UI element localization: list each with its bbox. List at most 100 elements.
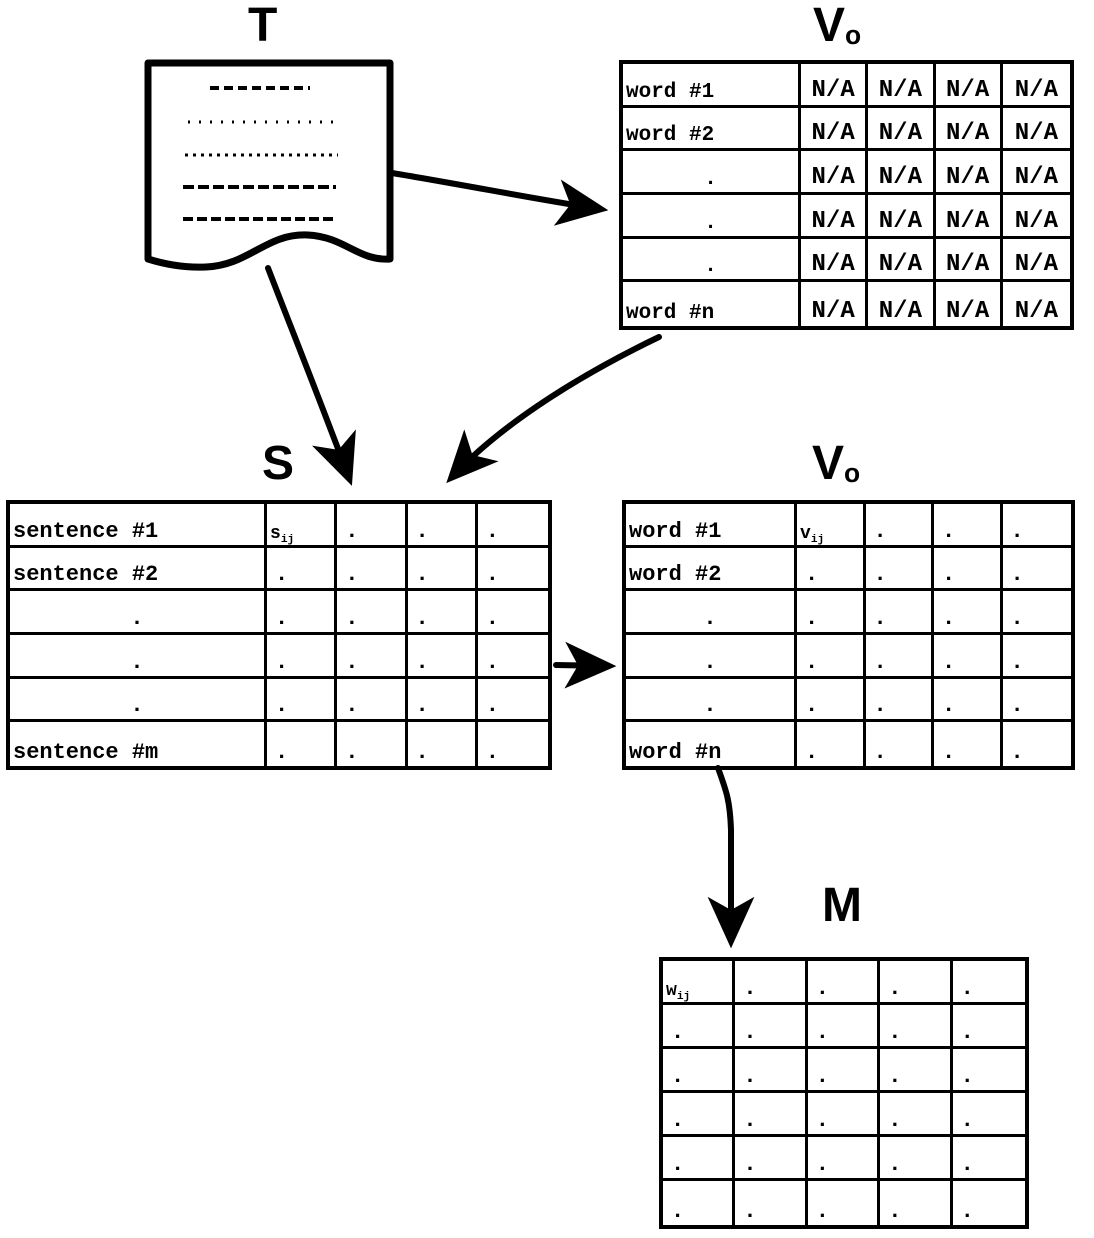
table-cell: N/A bbox=[1002, 151, 1070, 195]
table-cell: . bbox=[337, 504, 408, 548]
table-cell: . bbox=[267, 635, 338, 679]
table-row-label: . bbox=[623, 195, 801, 239]
table-row-label: . bbox=[10, 635, 267, 679]
table-cell: . bbox=[934, 547, 1003, 592]
table-cell: . bbox=[807, 1049, 881, 1093]
label-vocab-filled-letter: V bbox=[812, 437, 845, 490]
label-vocab-initial-subscript: o bbox=[845, 20, 862, 51]
table-cell: . bbox=[880, 1137, 953, 1181]
table-row-label: sentence #1 bbox=[10, 504, 267, 548]
table-cell: . bbox=[735, 1137, 808, 1181]
table-cell: . bbox=[735, 1181, 808, 1225]
table-cell: . bbox=[934, 504, 1003, 548]
sij-subscript: ij bbox=[280, 533, 295, 546]
text-document bbox=[144, 59, 394, 271]
table-cell: . bbox=[934, 722, 1003, 766]
table-cell: . bbox=[865, 635, 934, 679]
table-row-label: word #1 bbox=[626, 504, 797, 548]
table-cell: . bbox=[880, 961, 953, 1005]
table-cell: . bbox=[477, 504, 548, 548]
table-cell: . bbox=[866, 722, 934, 766]
table-cell: . bbox=[797, 678, 866, 723]
table-row-label: sentence #2 bbox=[10, 547, 267, 592]
table-cell: . bbox=[337, 722, 408, 766]
table-cell: . bbox=[1002, 504, 1071, 548]
table-cell: . bbox=[960, 1199, 974, 1224]
arrow-sentence-table-to-vocab-filled bbox=[553, 641, 617, 689]
table-cell: . bbox=[735, 961, 808, 1005]
table-cell: . bbox=[797, 635, 866, 679]
table-row-label: word #n bbox=[623, 282, 801, 326]
table-cell: . bbox=[663, 1137, 736, 1181]
label-model-table: M bbox=[822, 882, 862, 930]
table-cell: . bbox=[1002, 679, 1071, 723]
wij-subscript: ij bbox=[676, 991, 691, 1003]
table-cell: N/A bbox=[801, 282, 869, 326]
table-cell: N/A bbox=[1014, 298, 1058, 325]
wij-base: w bbox=[666, 981, 677, 1001]
arrow-vocab-initial-to-sentence-table bbox=[446, 334, 662, 484]
table-cell: N/A bbox=[801, 151, 869, 195]
arrow-doc-to-vocab-initial bbox=[389, 170, 609, 226]
table-cell: N/A bbox=[936, 282, 1003, 326]
table-cell: N/A bbox=[868, 151, 936, 195]
table-cell: . bbox=[407, 547, 478, 592]
table-cell: N/A bbox=[868, 282, 936, 326]
table-cell-wij: w ij bbox=[663, 961, 736, 1005]
table-cell: . bbox=[797, 591, 866, 635]
table-cell: . bbox=[267, 591, 338, 635]
sij-base: s bbox=[270, 523, 281, 544]
table-row-label: word #2 bbox=[626, 547, 797, 592]
table-cell: . bbox=[934, 635, 1003, 679]
table-cell: . bbox=[865, 504, 934, 548]
table-row-label: . bbox=[626, 678, 797, 723]
table-cell: . bbox=[408, 722, 478, 766]
vocab-initial-table: word #1 N/A N/A N/A N/A word #2 N/A N/A … bbox=[619, 60, 1074, 330]
table-cell: . bbox=[1010, 740, 1024, 765]
table-cell: N/A bbox=[935, 195, 1003, 239]
table-row-label: word #1 bbox=[623, 64, 801, 108]
table-cell: N/A bbox=[935, 107, 1003, 152]
table-cell: . bbox=[477, 591, 548, 635]
label-vocab-filled: Vo bbox=[812, 440, 860, 488]
model-table: w ij . . . . . . . . . . . . . . . . . . … bbox=[659, 957, 1029, 1229]
table-cell: . bbox=[808, 1181, 881, 1225]
table-row-label: . bbox=[623, 238, 801, 283]
table-cell: . bbox=[477, 679, 548, 723]
label-vocab-initial: Vo bbox=[813, 2, 861, 50]
table-cell: . bbox=[865, 547, 934, 592]
table-cell-vij: v ij bbox=[797, 504, 866, 548]
table-cell: N/A bbox=[868, 238, 936, 283]
table-cell: N/A bbox=[801, 107, 869, 152]
label-vocab-filled-subscript: o bbox=[844, 458, 861, 489]
table-cell: . bbox=[337, 678, 408, 723]
table-cell: N/A bbox=[1002, 108, 1070, 152]
table-cell: . bbox=[267, 678, 338, 723]
table-cell: . bbox=[807, 1093, 881, 1137]
table-row-label: sentence #m bbox=[10, 722, 267, 766]
table-cell: . bbox=[735, 1049, 808, 1093]
arrow-vocab-filled-to-model bbox=[707, 765, 755, 949]
label-sentence-table: S bbox=[262, 440, 294, 488]
table-cell: . bbox=[952, 961, 1025, 1005]
table-cell: . bbox=[880, 1049, 953, 1093]
table-cell: . bbox=[952, 1049, 1025, 1093]
sentence-table: sentence #1 s ij . . . sentence #2 . . . … bbox=[6, 500, 552, 770]
table-cell: N/A bbox=[868, 64, 936, 108]
table-cell: . bbox=[934, 678, 1003, 723]
table-cell: N/A bbox=[935, 151, 1003, 195]
vij-base: v bbox=[800, 523, 811, 544]
table-cell: . bbox=[1002, 548, 1071, 592]
table-cell: N/A bbox=[1002, 239, 1070, 283]
table-cell: N/A bbox=[801, 238, 869, 283]
table-cell: . bbox=[267, 722, 338, 766]
table-row-label: . bbox=[623, 151, 801, 195]
table-cell: . bbox=[797, 547, 866, 592]
table-cell: . bbox=[797, 722, 866, 766]
table-cell: . bbox=[952, 1093, 1025, 1137]
vij-subscript: ij bbox=[810, 533, 825, 546]
table-cell: . bbox=[735, 1093, 808, 1137]
table-cell: . bbox=[663, 1093, 736, 1137]
table-row-label: word #n bbox=[626, 722, 797, 766]
table-cell: . bbox=[1002, 591, 1071, 635]
